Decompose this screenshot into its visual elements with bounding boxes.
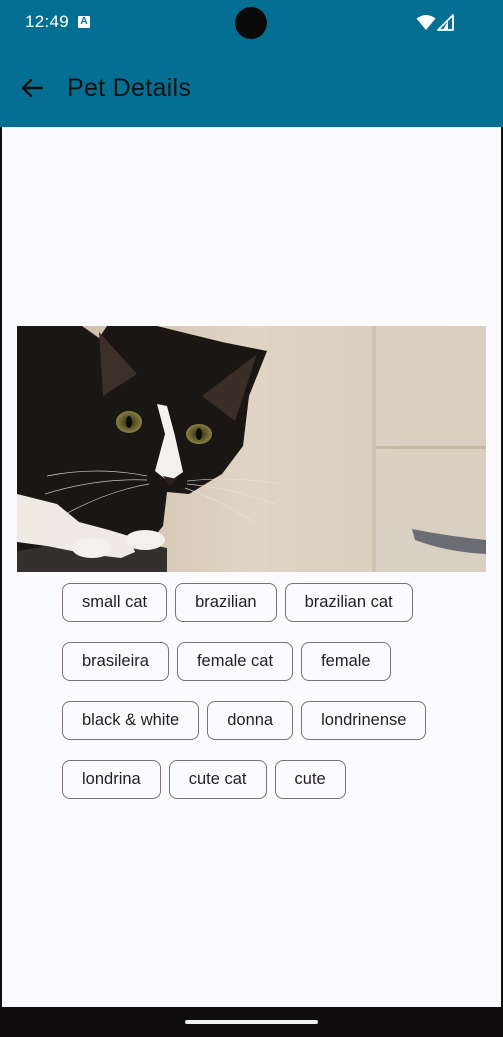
- wifi-icon: [416, 15, 436, 30]
- tag-chip[interactable]: female: [301, 642, 391, 681]
- tag-chip[interactable]: cute: [274, 760, 346, 799]
- pet-photo: [17, 326, 486, 572]
- notification-a-icon: A: [78, 16, 90, 28]
- tag-chip[interactable]: brazilian: [175, 583, 277, 622]
- app-bar: Pet Details: [0, 48, 503, 127]
- tag-chip[interactable]: female cat: [176, 642, 294, 681]
- tag-chip[interactable]: londrinense: [301, 701, 427, 740]
- status-time: 12:49: [25, 12, 70, 31]
- navigation-bar: [0, 1007, 503, 1037]
- home-indicator[interactable]: [185, 1020, 318, 1024]
- tag-chip[interactable]: brasileira: [62, 642, 169, 681]
- tag-chips: small cat brazilian brazilian cat brasil…: [62, 583, 462, 799]
- tag-chip[interactable]: small cat: [62, 583, 168, 622]
- arrow-left-icon: [21, 78, 43, 98]
- tag-chip[interactable]: brazilian cat: [284, 583, 413, 622]
- signal-icon: [437, 14, 454, 31]
- back-button[interactable]: [14, 70, 50, 106]
- camera-cutout: [235, 7, 267, 39]
- page-title: Pet Details: [67, 74, 192, 102]
- status-bar: 12:49 A: [0, 0, 503, 48]
- tag-chip[interactable]: cute cat: [168, 760, 267, 799]
- pet-details-content: small cat brazilian brazilian cat brasil…: [2, 127, 501, 1007]
- tag-chip[interactable]: black & white: [62, 701, 200, 740]
- tag-chip[interactable]: londrina: [62, 760, 161, 799]
- cat-photo-image: [17, 326, 486, 572]
- tag-chip[interactable]: donna: [207, 701, 294, 740]
